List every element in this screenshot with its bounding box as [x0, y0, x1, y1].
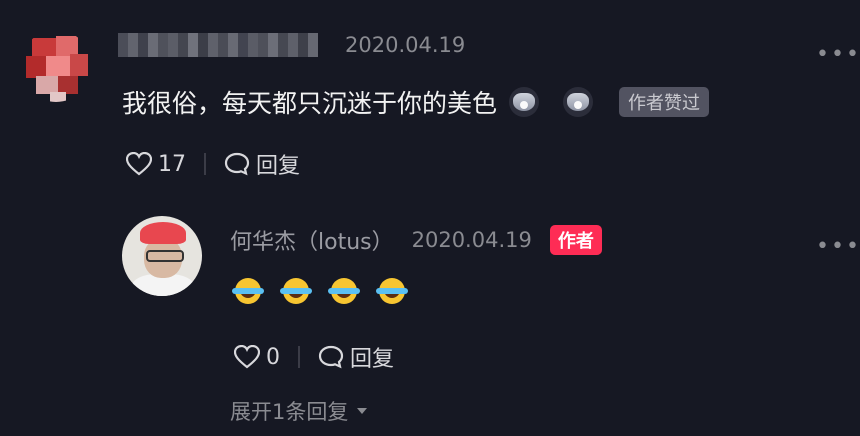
reply-author-avatar[interactable]	[122, 216, 202, 296]
expand-replies-label: 展开1条回复	[230, 400, 349, 424]
comment-body: 我很俗，每天都只沉迷于你的美色 作者赞过	[122, 84, 710, 120]
author-badge: 作者	[549, 225, 602, 255]
laugh-tears-emoji-icon	[232, 278, 264, 304]
comment-text: 我很俗，每天都只沉迷于你的美色	[122, 89, 498, 118]
laugh-tears-emoji-icon	[280, 278, 312, 304]
comment-like-button[interactable]: 17	[126, 152, 186, 177]
heart-icon	[234, 345, 260, 369]
reply-body	[232, 278, 408, 304]
reply-actions: 0 回复	[234, 341, 394, 373]
caret-down-icon	[357, 408, 368, 414]
reply-author-name[interactable]: 何华杰（lotus）	[230, 224, 394, 256]
comment-date: 2020.04.19	[345, 33, 466, 57]
reply-reply-button[interactable]: 回复	[318, 341, 394, 373]
commenter-avatar[interactable]	[20, 30, 92, 102]
reply-reply-label: 回复	[350, 347, 395, 372]
wolf-emoji-icon	[509, 87, 540, 117]
reply-bubble-icon	[318, 345, 344, 369]
commenter-name-blurred[interactable]	[118, 33, 332, 57]
comment-reply-button[interactable]: 回复	[224, 148, 300, 180]
comment-reply-label: 回复	[256, 154, 301, 179]
heart-icon	[126, 152, 152, 176]
comment-more-icon[interactable]: •••	[816, 42, 860, 67]
reply-bubble-icon	[224, 152, 250, 176]
author-liked-badge: 作者赞过	[619, 87, 710, 117]
laugh-tears-emoji-icon	[328, 278, 360, 304]
action-divider	[204, 153, 206, 175]
reply-date: 2020.04.19	[411, 228, 532, 252]
action-divider	[298, 346, 300, 368]
comment-actions: 17 回复	[126, 148, 300, 180]
comment-like-count: 17	[158, 151, 186, 177]
reply-more-icon[interactable]: •••	[816, 234, 860, 259]
wolf-emoji-icon	[563, 87, 594, 117]
reply-like-button[interactable]: 0	[234, 345, 280, 370]
reply-header: 何华杰（lotus） 2020.04.19 作者	[230, 224, 602, 256]
expand-replies-button[interactable]: 展开1条回复	[230, 396, 368, 426]
laugh-tears-emoji-icon	[376, 278, 408, 304]
reply-like-count: 0	[266, 344, 280, 370]
